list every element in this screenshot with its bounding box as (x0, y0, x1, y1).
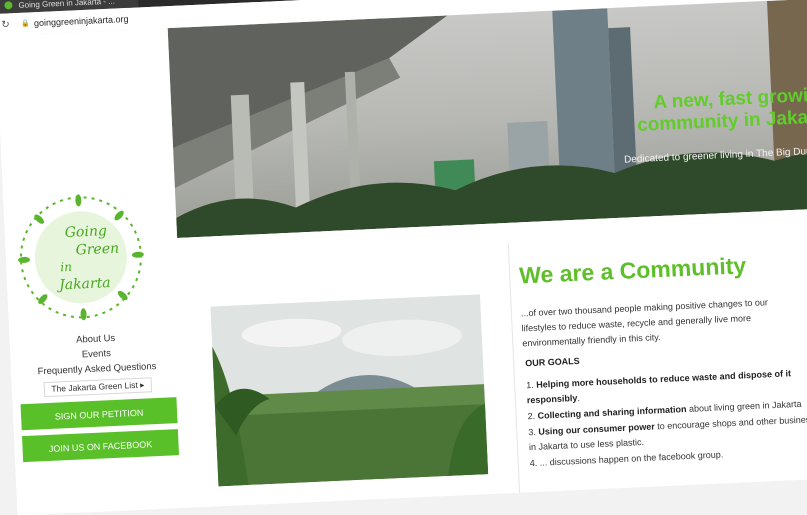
url-field[interactable]: goinggreeninjakarta.org (34, 14, 129, 28)
section-heading: We are a Community (519, 252, 747, 289)
lock-icon: 🔒 (21, 19, 30, 27)
landscape-photo (210, 294, 488, 486)
goal-rest: about living green in Jakarta (686, 399, 801, 414)
logo-word-2: Green (75, 241, 119, 259)
goal-number: 4. (530, 458, 538, 468)
logo-word-3: in (60, 260, 72, 275)
goal-number: 3. (528, 427, 536, 437)
reload-icon[interactable]: ↻ (1, 19, 13, 31)
main-content: We are a Community ...of over two thousa… (177, 208, 807, 508)
hero-banner: A new, fast growing community in Jakarta… (168, 0, 807, 238)
intro-text: ...of over two thousand people making po… (521, 294, 803, 352)
goals-heading: OUR GOALS (525, 356, 580, 368)
sidebar-nav: About Us Events Frequently Asked Questio… (9, 328, 187, 463)
goals-list: 1. Helping more households to reduce was… (526, 365, 807, 473)
tab-title: Going Green in Jakarta - ... (18, 0, 115, 9)
logo-word-1: Going (64, 223, 107, 241)
join-facebook-button[interactable]: JOIN US ON FACEBOOK (22, 429, 179, 462)
page: Going Green in Jakarta - ... ↻ 🔒 goinggr… (0, 0, 807, 515)
sign-petition-button[interactable]: SIGN OUR PETITION (21, 397, 178, 430)
sidebar: Going Green in Jakarta About Us Events F… (0, 28, 189, 515)
goal-number: 1. (526, 380, 534, 390)
goal-number: 2. (527, 411, 535, 421)
favicon-icon (4, 1, 12, 9)
site-logo[interactable]: Going Green in Jakarta (13, 189, 149, 325)
logo-word-4: Jakarta (56, 275, 111, 293)
goal-bold: Using our consumer power (538, 421, 655, 436)
goal-rest: . (577, 393, 580, 403)
nav-green-list[interactable]: The Jakarta Green List ▸ (44, 377, 152, 397)
column-divider (508, 243, 520, 493)
